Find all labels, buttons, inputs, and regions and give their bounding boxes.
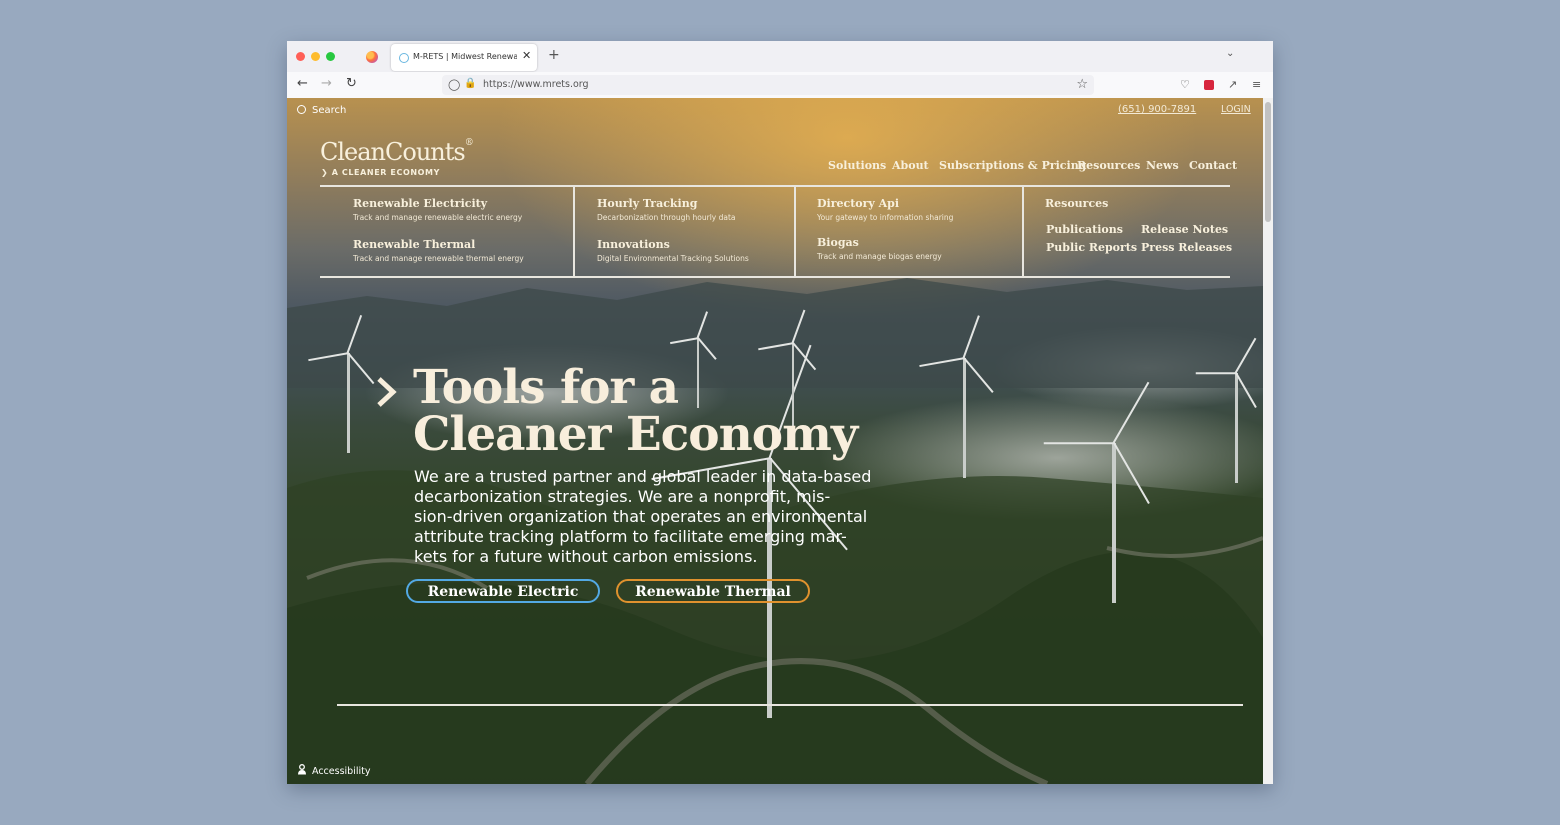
menu-desc: Track and manage biogas energy xyxy=(817,252,942,261)
hero-description-line: We are a trusted partner and global lead… xyxy=(414,467,872,486)
back-icon[interactable]: ← xyxy=(297,77,308,91)
menu-public-reports[interactable]: Public Reports xyxy=(1046,241,1137,254)
menu-desc: Decarbonization through hourly data xyxy=(597,213,736,222)
page-scrollbar[interactable] xyxy=(1263,98,1273,784)
hero-description-line: kets for a future without carbon emissio… xyxy=(414,547,758,566)
forward-icon[interactable]: → xyxy=(321,77,332,91)
menu-desc: Track and manage renewable electric ener… xyxy=(353,213,523,222)
hero-description: We are a trusted partner and global lead… xyxy=(414,467,914,567)
hero-description-line: decarbonization strategies. We are a non… xyxy=(414,487,831,506)
nav-solutions[interactable]: Solutions xyxy=(828,159,886,172)
nav-contact[interactable]: Contact xyxy=(1189,159,1237,172)
hero-title: Tools for a Cleaner Economy xyxy=(413,360,858,462)
pocket-icon[interactable]: ♡ xyxy=(1180,78,1190,91)
scrollbar-thumb[interactable] xyxy=(1265,102,1271,222)
browser-window: M-RETS | Midwest Renewable E ✕ + ⌄ ← → ↻… xyxy=(287,41,1273,784)
site-logo[interactable]: CleanCounts® xyxy=(320,138,474,166)
shield-icon[interactable]: ◯ xyxy=(448,78,460,91)
menu-publications[interactable]: Publications xyxy=(1046,223,1123,236)
menu-release-notes[interactable]: Release Notes xyxy=(1141,223,1228,236)
minimize-window-button[interactable] xyxy=(311,52,320,61)
nav-about[interactable]: About xyxy=(892,159,929,172)
menu-renewable-thermal[interactable]: Renewable Thermal xyxy=(353,238,475,251)
menu-renewable-electricity[interactable]: Renewable Electricity xyxy=(353,197,487,210)
share-icon[interactable]: ↗ xyxy=(1228,78,1237,91)
star-icon[interactable]: ☆ xyxy=(1076,77,1088,92)
nav-resources[interactable]: Resources xyxy=(1077,159,1140,172)
chevron-right-icon: ❯ xyxy=(321,168,329,177)
menu-icon[interactable]: ≡ xyxy=(1252,78,1261,91)
tab-bar: M-RETS | Midwest Renewable E ✕ + ⌄ xyxy=(287,41,1273,72)
extension-icon[interactable] xyxy=(1204,80,1214,90)
url-text[interactable]: https://www.mrets.org xyxy=(483,79,589,90)
close-window-button[interactable] xyxy=(296,52,305,61)
browser-tab[interactable]: M-RETS | Midwest Renewable E ✕ xyxy=(391,44,537,71)
hero-description-line: attribute tracking platform to facilitat… xyxy=(414,527,847,546)
phone-link[interactable]: (651) 900-7891 xyxy=(1118,104,1196,115)
accessibility-label: Accessibility xyxy=(312,766,371,777)
tagline-text: A CLEANER ECONOMY xyxy=(331,168,440,177)
menu-hourly-tracking[interactable]: Hourly Tracking xyxy=(597,197,697,210)
site-tagline: ❯ A CLEANER ECONOMY xyxy=(321,168,440,177)
menu-column-divider xyxy=(1022,185,1024,278)
reload-icon[interactable]: ↻ xyxy=(346,77,357,91)
tab-favicon-icon xyxy=(399,53,409,63)
hero-bottom-divider xyxy=(337,704,1243,706)
tab-title: M-RETS | Midwest Renewable E xyxy=(413,52,517,61)
person-icon xyxy=(298,764,306,775)
renewable-thermal-button[interactable]: Renewable Thermal xyxy=(616,579,810,603)
firefox-view-icon[interactable] xyxy=(366,51,378,63)
logo-text: CleanCounts xyxy=(320,138,466,166)
hero-title-line1: Tools for a xyxy=(413,360,679,415)
search-link[interactable]: Search xyxy=(297,104,346,116)
maximize-window-button[interactable] xyxy=(326,52,335,61)
menu-column-divider xyxy=(794,185,796,278)
logo-registered: ® xyxy=(464,138,474,148)
website-viewport: Search (651) 900-7891 LOGIN CleanCounts®… xyxy=(287,98,1263,784)
accessibility-button[interactable]: Accessibility xyxy=(297,763,370,777)
menu-column-divider xyxy=(573,185,575,278)
nav-news[interactable]: News xyxy=(1146,159,1179,172)
menu-bottom-divider xyxy=(320,276,1230,278)
search-icon xyxy=(297,105,306,114)
menu-directory-api[interactable]: Directory Api xyxy=(817,197,899,210)
hero-description-line: sion-driven organization that operates a… xyxy=(414,507,868,526)
hero-chevron-icon xyxy=(377,377,397,407)
chevron-down-icon[interactable]: ⌄ xyxy=(1226,48,1234,59)
menu-innovations[interactable]: Innovations xyxy=(597,238,670,251)
hero-title-line2: Cleaner Economy xyxy=(413,407,858,462)
menu-resources-heading[interactable]: Resources xyxy=(1045,197,1108,210)
search-label: Search xyxy=(312,105,347,116)
menu-desc: Your gateway to information sharing xyxy=(817,213,954,222)
url-bar[interactable]: ◯ 🔒 https://www.mrets.org ☆ xyxy=(442,75,1094,95)
menu-top-divider xyxy=(320,185,1230,187)
renewable-electric-button[interactable]: Renewable Electric xyxy=(406,579,600,603)
lock-icon[interactable]: 🔒 xyxy=(464,78,476,89)
menu-biogas[interactable]: Biogas xyxy=(817,236,859,249)
nav-subscriptions-pricing[interactable]: Subscriptions & Pricing xyxy=(939,159,1086,172)
new-tab-button[interactable]: + xyxy=(548,47,560,63)
tab-close-icon[interactable]: ✕ xyxy=(522,49,531,62)
menu-press-releases[interactable]: Press Releases xyxy=(1141,241,1232,254)
navigation-bar: ← → ↻ ◯ 🔒 https://www.mrets.org ☆ ♡ ↗ ≡ xyxy=(287,72,1273,99)
menu-desc: Digital Environmental Tracking Solutions xyxy=(597,254,749,263)
menu-desc: Track and manage renewable thermal energ… xyxy=(353,254,524,263)
login-link[interactable]: LOGIN xyxy=(1221,104,1251,115)
